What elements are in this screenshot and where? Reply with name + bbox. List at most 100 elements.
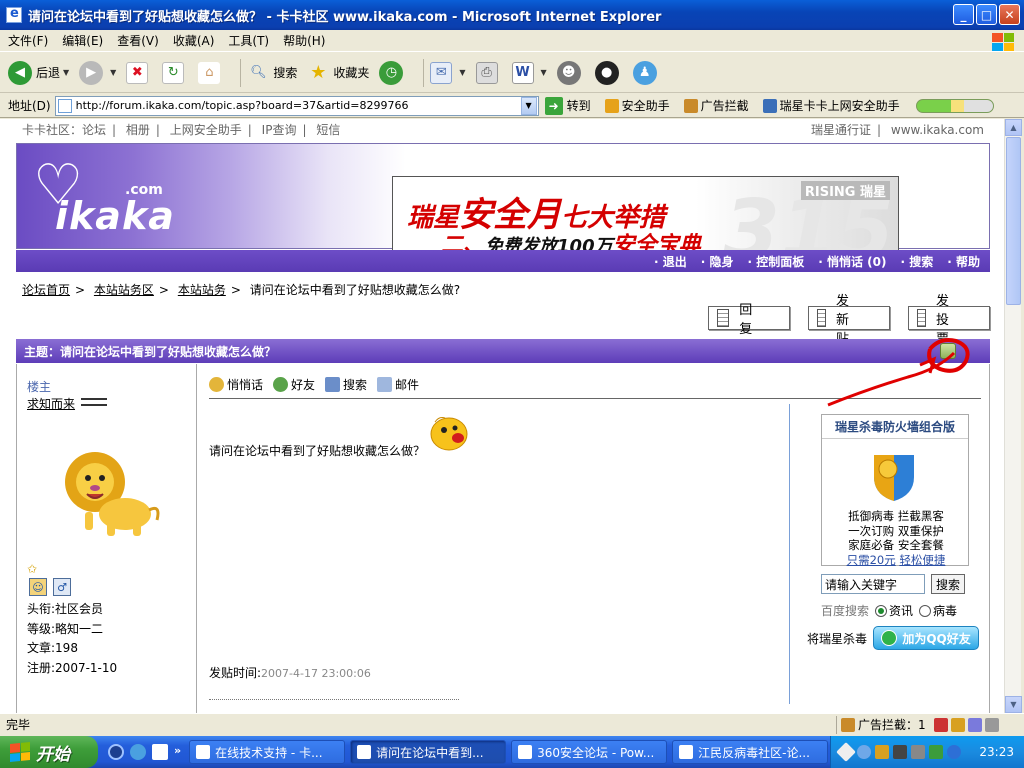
keyword-search-button[interactable]: 搜索 <box>931 574 965 594</box>
radio-virus[interactable]: 病毒 <box>919 602 957 619</box>
quick-launch-more-icon[interactable]: » <box>174 744 181 760</box>
nav-logout[interactable]: · 退出 <box>654 253 687 270</box>
security-helper-button[interactable]: 安全助手 <box>604 97 670 114</box>
favorites-button[interactable]: ★ 收藏夹 <box>307 62 369 84</box>
adblock-status[interactable]: 广告拦截：1 <box>836 715 928 734</box>
nav-help[interactable]: · 帮助 <box>947 253 980 270</box>
search-label: 搜索 <box>273 66 298 80</box>
moon-icon[interactable] <box>951 717 965 732</box>
topnav-helper-link[interactable]: 上网安全助手 <box>170 123 242 137</box>
whisper-link[interactable]: 悄悄话 <box>209 376 263 393</box>
forward-dropdown-icon[interactable]: ▼ <box>110 68 116 77</box>
minimize-button[interactable]: _ <box>953 4 974 25</box>
back-dropdown-icon[interactable]: ▼ <box>63 68 69 77</box>
menu-help[interactable]: 帮助(H) <box>283 32 325 49</box>
topnav-sms-link[interactable]: 短信 <box>316 123 340 137</box>
friend-link[interactable]: 好友 <box>273 376 315 393</box>
search-button[interactable]: 🔍︎ 搜索 <box>247 62 297 84</box>
mail-link[interactable]: 邮件 <box>377 376 419 393</box>
breadcrumb-home[interactable]: 论坛首页 <box>22 283 70 297</box>
ie-icon[interactable] <box>130 744 146 760</box>
vertical-scrollbar[interactable]: ▲ ▼ <box>1004 119 1022 713</box>
breadcrumb-board[interactable]: 本站站务 <box>178 283 226 297</box>
menu-icon[interactable] <box>985 717 999 732</box>
ikaka-logo[interactable]: ♡ .com ikaka <box>33 158 213 239</box>
start-button[interactable]: 开始 <box>0 736 98 768</box>
menu-view[interactable]: 查看(V) <box>117 32 159 49</box>
maximize-button[interactable]: □ <box>976 4 997 25</box>
print-button[interactable]: ⎙ <box>475 61 502 84</box>
history-button[interactable]: ◷ <box>379 60 407 85</box>
mail-dropdown-icon[interactable]: ▼ <box>459 68 465 77</box>
address-input[interactable]: http://forum.ikaka.com/topic.asp?board=3… <box>54 95 539 116</box>
keyboard-icon[interactable] <box>968 717 982 732</box>
task-360-forum[interactable]: 360安全论坛 - Pow... <box>511 740 668 764</box>
topnav-forum-link[interactable]: 卡卡社区：论坛 <box>22 123 106 137</box>
nav-search[interactable]: · 搜索 <box>901 253 934 270</box>
scroll-thumb[interactable] <box>1006 137 1021 305</box>
rising-helper-button[interactable]: 瑞星卡卡上网安全助手 <box>762 97 900 114</box>
edit-dropdown-icon[interactable]: ▼ <box>541 68 547 77</box>
forward-arrow-icon: ▶ <box>79 60 104 85</box>
nav-messages[interactable]: · 悄悄话 (0) <box>818 253 886 270</box>
ime-icon[interactable] <box>934 717 948 732</box>
author-name[interactable]: 求知而来 <box>27 395 75 412</box>
ad-block-button[interactable]: 广告拦截 <box>683 97 749 114</box>
window-title: 请问在论坛中看到了好贴想收藏怎么做？ - 卡卡社区 www.ikaka.com … <box>28 9 662 25</box>
search-user-link[interactable]: 搜索 <box>325 376 367 393</box>
easy-link[interactable]: 轻松便捷 <box>899 553 945 567</box>
menu-edit[interactable]: 编辑(E) <box>62 32 103 49</box>
tray-diamond-icon[interactable] <box>836 742 856 762</box>
breadcrumb-area[interactable]: 本站站务区 <box>94 283 154 297</box>
post-actions: 回 复 发 新 贴 发 投 票 <box>708 294 990 347</box>
topnav-ip-link[interactable]: IP查询 <box>262 123 297 137</box>
task-tech-support[interactable]: 在线技术支持 - 卡... <box>189 740 346 764</box>
tray-back-icon[interactable] <box>857 745 871 759</box>
menu-file[interactable]: 文件(F) <box>8 32 48 49</box>
menu-favorites[interactable]: 收藏(A) <box>173 32 215 49</box>
reply-button[interactable]: 回 复 <box>708 303 790 337</box>
messenger-cat-button[interactable]: ☻ <box>556 60 585 85</box>
keyword-input[interactable]: 请输入关键字 <box>821 574 925 594</box>
nav-control-panel[interactable]: · 控制面板 <box>748 253 805 270</box>
radio-news[interactable]: 资讯 <box>875 602 913 619</box>
topnav-site-link[interactable]: www.ikaka.com <box>891 123 984 137</box>
close-button[interactable]: ✕ <box>999 4 1020 25</box>
tray-lion-icon[interactable] <box>875 745 889 759</box>
tray-qq-icon[interactable] <box>893 745 907 759</box>
topnav-album-link[interactable]: 相册 <box>126 123 150 137</box>
add-qq-friend-button[interactable]: 加为QQ好友 <box>873 626 980 650</box>
media-player-icon[interactable] <box>108 744 124 760</box>
task-jiangmin-forum[interactable]: 江民反病毒社区-论... <box>672 740 829 764</box>
scroll-up-arrow-icon[interactable]: ▲ <box>1005 119 1022 136</box>
forward-button[interactable]: ▶ ▼ <box>79 60 116 85</box>
window-titlebar[interactable]: 请问在论坛中看到了好贴想收藏怎么做？ - 卡卡社区 www.ikaka.com … <box>0 0 1024 30</box>
radio-news-dot <box>875 604 888 617</box>
scroll-down-arrow-icon[interactable]: ▼ <box>1005 696 1022 713</box>
task-current-page[interactable]: 请问在论坛中看到... <box>350 740 507 764</box>
mail-button[interactable]: ✉ ▼ <box>430 61 466 84</box>
clock[interactable]: 23:23 <box>979 745 1014 759</box>
edit-button[interactable]: W ▼ <box>511 61 547 84</box>
menu-tools[interactable]: 工具(T) <box>228 32 269 49</box>
new-vote-button[interactable]: 发 投 票 <box>908 294 990 347</box>
address-dropdown-icon[interactable]: ▼ <box>520 96 537 115</box>
stop-button[interactable]: ✖ <box>126 61 152 84</box>
new-post-button[interactable]: 发 新 贴 <box>808 294 890 347</box>
go-button[interactable]: ➜ 转到 <box>544 96 591 115</box>
tray-network-icon[interactable] <box>929 745 943 759</box>
msn-button[interactable]: ♟ <box>632 60 661 85</box>
tray-ie-icon[interactable] <box>947 745 961 759</box>
topnav-passport-link[interactable]: 瑞星通行证 <box>811 123 871 137</box>
qq-button[interactable]: ● <box>594 60 623 85</box>
desktop-icon[interactable] <box>152 744 168 760</box>
product-ad[interactable]: 瑞星杀毒防火墙组合版 抵御病毒 拦截黑客 一次订购 双重保护 家庭必备 安全套餐… <box>821 414 969 567</box>
back-button[interactable]: ◀ 后退 ▼ <box>8 60 69 85</box>
price-link[interactable]: 只需20元 <box>847 553 896 567</box>
home-button[interactable]: ⌂ <box>198 61 224 84</box>
adblock-status-icon <box>841 717 855 732</box>
ie-task-icon <box>196 745 211 759</box>
refresh-button[interactable]: ↻ <box>162 61 188 84</box>
tray-monitor-icon[interactable] <box>911 745 925 759</box>
nav-invisible[interactable]: · 隐身 <box>701 253 734 270</box>
